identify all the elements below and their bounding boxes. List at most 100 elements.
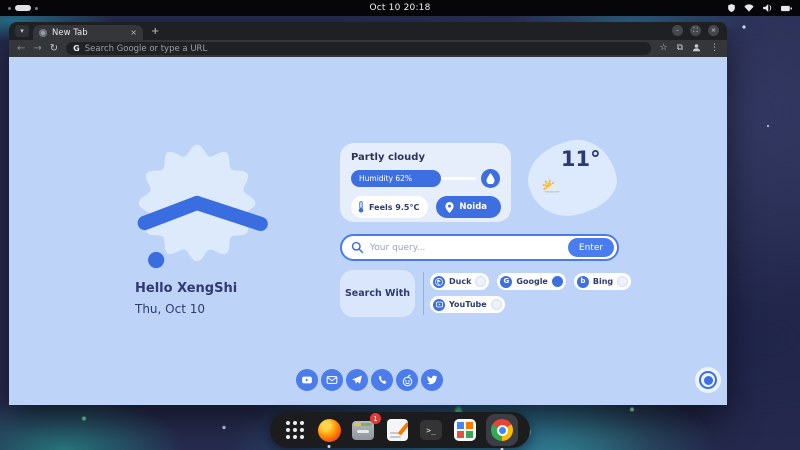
tab-close-icon[interactable]: ×	[130, 28, 137, 37]
search-option-radio[interactable]	[617, 276, 629, 287]
workspace-active-pill	[15, 5, 31, 11]
search-with-divider	[423, 272, 424, 315]
youtube-engine-icon	[433, 298, 445, 311]
volume-icon	[763, 4, 772, 12]
theme-picker-dot	[703, 375, 713, 385]
mail-link-icon[interactable]	[321, 369, 343, 391]
humidity-bar: Humidity 62%	[351, 169, 500, 188]
app-store-icon	[454, 419, 476, 441]
back-icon[interactable]: ←	[17, 43, 25, 54]
system-top-bar: Oct 10 20:18	[0, 0, 800, 16]
dock-item-firefox[interactable]	[316, 417, 342, 448]
dock-item-chrome[interactable]	[486, 414, 518, 450]
city-pill[interactable]: Noida	[436, 196, 502, 218]
dock-item-app-store[interactable]	[452, 417, 478, 443]
youtube-link-icon[interactable]	[296, 369, 318, 391]
browser-window: ▾ New Tab × + – ⛶ × ← → ↻ G Search Googl…	[9, 22, 727, 405]
extensions-icon[interactable]: ⧉	[677, 44, 683, 53]
wifi-icon	[744, 4, 754, 12]
weather-bottom-row: Feels 9.5°C Noida	[351, 196, 502, 218]
app-grid-button[interactable]	[282, 417, 308, 443]
menu-kebab-icon[interactable]: ⋮	[710, 44, 719, 53]
engine-option-google[interactable]: G Google	[497, 273, 566, 290]
search-option-radio[interactable]	[551, 276, 563, 287]
thermometer-icon	[358, 201, 364, 213]
date-text: Thu, Oct 10	[135, 302, 206, 316]
weather-card: Partly cloudy Humidity 62% Feels 9.5°C N…	[340, 143, 511, 222]
bing-icon: b	[576, 275, 589, 288]
search-input[interactable]	[370, 242, 562, 253]
search-option-radio[interactable]	[475, 276, 487, 287]
address-bar[interactable]: G Search Google or type a URL	[66, 42, 652, 55]
tab-strip: ▾ New Tab × + – ⛶ ×	[9, 22, 727, 40]
reload-icon[interactable]: ↻	[50, 43, 58, 54]
whatsapp-link-icon[interactable]	[371, 369, 393, 391]
privacy-shield-icon	[728, 4, 735, 12]
location-pin-icon	[445, 201, 454, 213]
engine-option-bing[interactable]: b Bing	[573, 273, 632, 290]
system-clock[interactable]: Oct 10 20:18	[369, 3, 430, 13]
minimize-button[interactable]: –	[672, 25, 683, 36]
app-grid-icon	[286, 421, 304, 439]
search-enter-button[interactable]: Enter	[568, 238, 614, 257]
humidity-label: Humidity 62%	[359, 174, 413, 183]
tab-search-chevron-icon[interactable]: ▾	[15, 25, 29, 37]
search-with-label: Search With	[344, 288, 411, 299]
theme-picker-ring	[699, 371, 717, 389]
terminal-icon: >_	[420, 420, 442, 440]
bookmark-star-icon[interactable]: ☆	[659, 44, 667, 53]
sun-behind-cloud-icon: ⛅	[541, 176, 562, 196]
files-icon	[352, 420, 374, 440]
profile-avatar-icon[interactable]	[692, 43, 701, 55]
analog-clock-widget	[137, 144, 268, 269]
restore-button[interactable]: ⛶	[690, 25, 701, 36]
google-icon: G	[500, 275, 513, 288]
chrome-icon	[491, 419, 513, 441]
search-option-radio[interactable]	[490, 299, 502, 310]
feels-like-label: Feels 9.5°C	[369, 202, 420, 212]
running-indicator	[327, 445, 331, 448]
dock-item-files[interactable]: 1	[350, 413, 381, 443]
theme-picker-button[interactable]	[695, 367, 721, 393]
twitter-link-icon[interactable]	[421, 369, 443, 391]
humidity-fill: Humidity 62%	[351, 170, 442, 187]
firefox-icon	[317, 418, 341, 442]
social-links-row	[296, 369, 443, 391]
tab-title: New Tab	[52, 27, 88, 38]
search-bar[interactable]: Enter	[340, 234, 619, 261]
dock: 1 >_	[270, 412, 530, 450]
system-status-area[interactable]	[728, 4, 792, 12]
address-bar-placeholder: Search Google or type a URL	[84, 43, 208, 54]
workspace-dot	[8, 6, 11, 10]
notification-badge: 1	[370, 413, 381, 424]
dock-item-text-editor[interactable]	[384, 417, 410, 443]
temperature-value: 11°	[560, 147, 601, 172]
toolbar-right-icons: ☆ ⧉ ⋮	[659, 43, 719, 55]
dock-item-terminal[interactable]: >_	[418, 417, 444, 443]
engine-options-row-2: YouTube	[430, 296, 505, 313]
battery-icon	[781, 5, 792, 12]
temperature-widget: 11° ⛅	[522, 133, 622, 223]
new-tab-button[interactable]: +	[151, 26, 159, 37]
search-magnifier-icon	[351, 241, 364, 254]
tab-new-tab[interactable]: New Tab ×	[33, 25, 143, 40]
clock-seconds-dot	[148, 251, 165, 269]
feels-like-pill: Feels 9.5°C	[351, 196, 429, 218]
engine-option-youtube[interactable]: YouTube	[430, 296, 505, 313]
close-button[interactable]: ×	[708, 25, 719, 36]
reddit-link-icon[interactable]	[396, 369, 418, 391]
humidity-droplet-icon	[481, 169, 500, 188]
engine-options-row-1: Duck G Google b Bing	[430, 273, 632, 290]
telegram-link-icon[interactable]	[346, 369, 368, 391]
window-controls: – ⛶ ×	[672, 25, 719, 36]
workspace-indicator[interactable]	[8, 5, 38, 11]
duckduckgo-icon	[433, 275, 445, 288]
workspace-dot	[35, 6, 38, 10]
google-g-icon: G	[73, 44, 80, 53]
greeting-text: Hello XengShi	[135, 281, 238, 296]
search-with-card: Search With	[340, 270, 415, 317]
browser-toolbar: ← → ↻ G Search Google or type a URL ☆ ⧉ …	[9, 40, 727, 57]
new-tab-page: Hello XengShi Thu, Oct 10 Partly cloudy …	[9, 57, 727, 405]
forward-icon[interactable]: →	[33, 43, 41, 54]
engine-option-duck[interactable]: Duck	[430, 273, 490, 290]
